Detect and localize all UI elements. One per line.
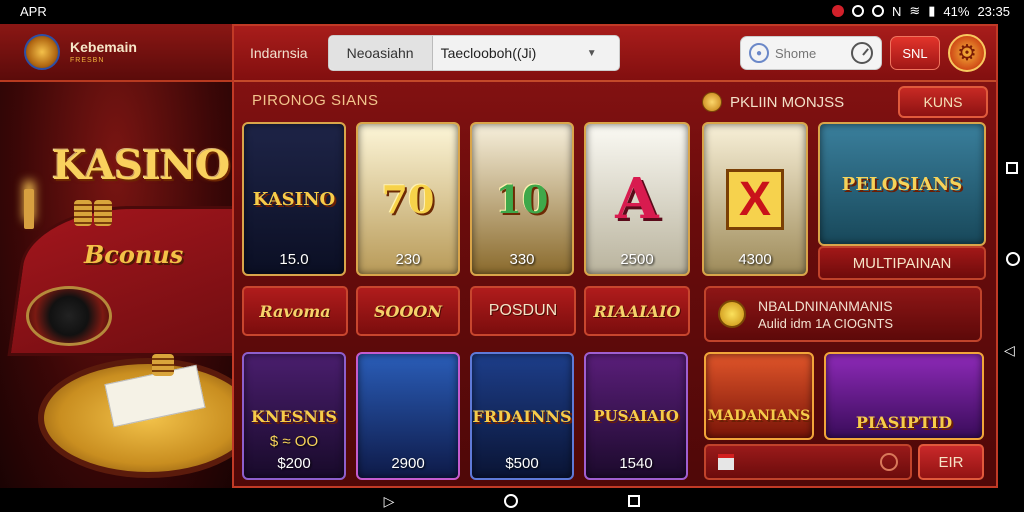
nfc-icon: N: [891, 3, 902, 19]
carrier-label: APR: [20, 3, 47, 19]
user-search-icon: ●: [749, 43, 769, 63]
status-bar: APR N ≋ ▮ 41% 23:35: [0, 0, 1024, 22]
game-tile-11[interactable]: MADANIANS: [704, 352, 814, 440]
main-panel: Indarnsia Neoasiahn Taeclooboh((Ji) ▼ ● …: [232, 24, 998, 488]
tile-value: 2900: [391, 455, 425, 472]
tile-value: 4300: [738, 251, 772, 268]
tile-value: 15.0: [279, 251, 309, 268]
chevron-down-icon: ▼: [586, 47, 597, 59]
signal-icon: ▮: [928, 3, 936, 18]
game-tile-8[interactable]: 2900: [356, 352, 460, 480]
gift-icon[interactable]: [718, 454, 734, 470]
alarm-icon: [871, 5, 884, 17]
wifi-icon: ≋: [909, 3, 921, 18]
lock-coin-icon: [718, 300, 746, 328]
navigation-bar: ▷: [0, 490, 1024, 512]
candle-art: [24, 189, 34, 229]
promo-banner[interactable]: NBALDNINANMANIS Aulid idm 1A CIOGNTS: [704, 286, 982, 342]
back-icon[interactable]: ◁: [1004, 342, 1015, 359]
game-tile-5[interactable]: X 4300: [702, 122, 808, 276]
vpn-icon: [851, 5, 864, 17]
promo-banner-title: NBALDNINANMANIS: [758, 297, 893, 314]
snl-button[interactable]: SNL: [890, 36, 940, 70]
region-label[interactable]: Indarnsia: [250, 45, 308, 61]
recents-nav-icon[interactable]: [628, 495, 641, 507]
brand-subtitle: FRESBN: [70, 57, 105, 64]
kasino-title: KASINO: [52, 142, 230, 189]
tile-sub-text: $ ≈ OO: [269, 433, 319, 450]
tile-value: 230: [395, 251, 421, 268]
top-toolbar: Indarnsia Neoasiahn Taeclooboh((Ji) ▼ ● …: [234, 26, 996, 82]
recents-icon[interactable]: [1006, 162, 1018, 174]
history-icon[interactable]: [851, 42, 873, 64]
game-tile-2[interactable]: 70 230: [356, 122, 460, 276]
tile-art-text: 10: [495, 176, 549, 222]
game-tile-3[interactable]: 10 330: [470, 122, 574, 276]
tile-art-text: KASINO: [252, 188, 336, 210]
tile-art-text: KNESNIS: [251, 406, 337, 426]
tile-art-text: PUSAIAIO: [593, 407, 679, 425]
kuns-button[interactable]: KUNS: [898, 86, 988, 118]
clock-label: 23:35: [977, 3, 1010, 19]
selector-category[interactable]: Neoasiahn: [328, 36, 433, 70]
tile-art-text: PELOSIANS: [841, 173, 963, 195]
tile-value: 1540: [619, 455, 653, 472]
search-input[interactable]: [775, 45, 845, 61]
gear-icon[interactable]: ⚙: [948, 34, 986, 72]
chip-stack-icon: [94, 200, 112, 226]
search-box[interactable]: ●: [740, 36, 882, 70]
game-tile-7[interactable]: KNESNIS $ ≈ OO $200: [242, 352, 346, 480]
game-tile-10[interactable]: PUSAIAIO 1540: [584, 352, 688, 480]
game-tile-12[interactable]: PIASIPTID: [824, 352, 984, 440]
tile-value: 330: [509, 251, 535, 268]
brand-header[interactable]: Kebemain FRESBN: [0, 24, 232, 82]
smile-icon[interactable]: [880, 453, 898, 471]
promo-section-title: PKLIIN MONJSS: [730, 93, 845, 111]
brand-name: Kebemain: [70, 39, 137, 55]
game-tile-1[interactable]: KASINO 15.0: [242, 122, 346, 276]
tile-art-text: X: [725, 168, 784, 230]
bonus-button-2[interactable]: SOOON: [356, 286, 460, 336]
promo-banner-subtitle: Aulid idm 1A CIOGNTS: [758, 315, 894, 331]
bonus-button-4[interactable]: RIAAIAIO: [584, 286, 690, 336]
chip-stack-icon: [152, 354, 174, 376]
brand-logo-icon: [24, 34, 60, 70]
home-nav-icon[interactable]: [504, 494, 519, 508]
left-promo-banner[interactable]: Kebemain FRESBN KASINO Bconus: [0, 24, 232, 488]
chip-stack-icon: [74, 200, 92, 226]
game-tile-4[interactable]: A 2500: [584, 122, 690, 276]
bottom-action-bar[interactable]: [704, 444, 912, 480]
tile-art-text: FRDAINNS: [472, 406, 572, 426]
right-nav-rail: ◁: [1000, 24, 1024, 488]
games-section-title: PIRONOG SIANS: [252, 92, 379, 109]
status-icons: N ≋ ▮ 41% 23:35: [831, 3, 1010, 19]
promo-section-header: PKLIIN MONJSS: [702, 92, 844, 112]
bonus-button-1[interactable]: Ravoma: [242, 286, 348, 336]
tile-art-text: MADANIANS: [707, 408, 811, 424]
screen: APR N ≋ ▮ 41% 23:35 Kebemain FRESBN KASI…: [0, 0, 1024, 512]
battery-label: 41%: [943, 3, 970, 19]
tile-value: $500: [505, 455, 539, 472]
tile-art-text: PIASIPTID: [855, 413, 953, 432]
tile-value: $200: [277, 455, 311, 472]
coin-icon: [702, 92, 722, 112]
bonus-button-3[interactable]: POSDUN: [470, 286, 576, 336]
back-nav-icon[interactable]: ▷: [384, 493, 395, 510]
selector-dropdown[interactable]: Taeclooboh((Ji) ▼: [433, 45, 619, 61]
multiplayer-button[interactable]: MULTIPAINAN: [818, 246, 986, 280]
selector-value: Taeclooboh((Ji): [440, 45, 537, 61]
tile-art-text: A: [615, 166, 659, 232]
tile-value: 2500: [620, 251, 654, 268]
provider-selector[interactable]: Neoasiahn Taeclooboh((Ji) ▼: [327, 35, 620, 71]
tile-art-text: 70: [381, 176, 435, 222]
home-icon[interactable]: [1006, 252, 1020, 266]
record-icon: [831, 5, 844, 17]
game-tile-9[interactable]: FRDAINNS $500: [470, 352, 574, 480]
bonus-label: Bconus: [84, 240, 184, 269]
game-tile-6[interactable]: PELOSIANS: [818, 122, 986, 246]
eir-button[interactable]: EIR: [918, 444, 984, 480]
roulette-wheel-art: [26, 286, 112, 346]
